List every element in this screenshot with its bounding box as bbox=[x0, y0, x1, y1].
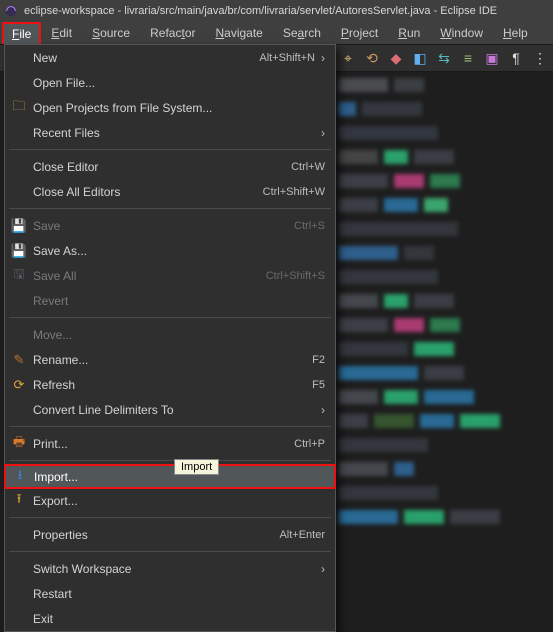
menu-new[interactable]: New Alt+Shift+N › bbox=[5, 45, 335, 70]
menu-project[interactable]: Project bbox=[331, 22, 388, 44]
menu-print[interactable]: 🖶 Print... Ctrl+P bbox=[5, 431, 335, 456]
menu-import[interactable]: ⭳ Import... Import bbox=[4, 464, 336, 489]
toolbar-icon[interactable]: ◧ bbox=[412, 50, 428, 66]
separator bbox=[9, 317, 331, 318]
menu-run[interactable]: Run bbox=[388, 22, 430, 44]
menubar: File Edit Source Refactor Navigate Searc… bbox=[0, 22, 553, 44]
menu-open-projects[interactable]: 🗀 Open Projects from File System... bbox=[5, 95, 335, 120]
file-dropdown: New Alt+Shift+N › Open File... 🗀 Open Pr… bbox=[4, 44, 336, 632]
menu-refresh[interactable]: ⟳ Refresh F5 bbox=[5, 372, 335, 397]
toolbar-icon[interactable]: ⌖ bbox=[340, 50, 356, 66]
menu-help[interactable]: Help bbox=[493, 22, 538, 44]
separator bbox=[9, 551, 331, 552]
menu-convert-line-delimiters[interactable]: Convert Line Delimiters To › bbox=[5, 397, 335, 422]
menu-rename[interactable]: ✎ Rename... F2 bbox=[5, 347, 335, 372]
save-as-icon: 💾 bbox=[5, 243, 33, 259]
menu-move: Move... bbox=[5, 322, 335, 347]
separator bbox=[9, 426, 331, 427]
separator bbox=[9, 149, 331, 150]
refresh-icon: ⟳ bbox=[5, 377, 33, 393]
toolbar-icon[interactable]: ▣ bbox=[484, 50, 500, 66]
eclipse-icon bbox=[4, 4, 18, 18]
menu-refactor[interactable]: Refactor bbox=[140, 22, 205, 44]
menu-close-editor[interactable]: Close Editor Ctrl+W bbox=[5, 154, 335, 179]
menu-properties[interactable]: Properties Alt+Enter bbox=[5, 522, 335, 547]
menu-open-file[interactable]: Open File... bbox=[5, 70, 335, 95]
menu-switch-workspace[interactable]: Switch Workspace › bbox=[5, 556, 335, 581]
save-all-icon: 🖫 bbox=[5, 265, 33, 287]
separator bbox=[9, 460, 331, 461]
menu-save-all: 🖫 Save All Ctrl+Shift+S bbox=[5, 263, 335, 288]
menu-revert: Revert bbox=[5, 288, 335, 313]
import-icon: ⭳ bbox=[6, 466, 34, 488]
editor-background bbox=[338, 72, 553, 561]
menu-exit[interactable]: Exit bbox=[5, 606, 335, 631]
menu-search[interactable]: Search bbox=[273, 22, 331, 44]
print-icon: 🖶 bbox=[5, 433, 33, 455]
menu-navigate[interactable]: Navigate bbox=[205, 22, 272, 44]
toolbar-icon[interactable]: ◆ bbox=[388, 50, 404, 66]
separator bbox=[9, 208, 331, 209]
menu-recent-files[interactable]: Recent Files › bbox=[5, 120, 335, 145]
menu-save: 💾 Save Ctrl+S bbox=[5, 213, 335, 238]
rename-icon: ✎ bbox=[5, 352, 33, 368]
toolbar-icon[interactable]: ⋮ bbox=[532, 50, 548, 66]
menu-edit[interactable]: Edit bbox=[41, 22, 82, 44]
menu-close-all-editors[interactable]: Close All Editors Ctrl+Shift+W bbox=[5, 179, 335, 204]
toolbar-icon[interactable]: ≡ bbox=[460, 50, 476, 66]
export-icon: ⭱ bbox=[5, 490, 33, 512]
toolbar-icon[interactable]: ⟲ bbox=[364, 50, 380, 66]
save-icon: 💾 bbox=[5, 218, 33, 234]
menu-save-as[interactable]: 💾 Save As... bbox=[5, 238, 335, 263]
window-title: eclipse-workspace - livraria/src/main/ja… bbox=[24, 5, 497, 17]
toolbar-icon[interactable]: ⇆ bbox=[436, 50, 452, 66]
menu-file[interactable]: File bbox=[2, 22, 41, 44]
titlebar: eclipse-workspace - livraria/src/main/ja… bbox=[0, 0, 553, 22]
toolbar-icon[interactable]: ¶ bbox=[508, 50, 524, 66]
menu-export[interactable]: ⭱ Export... bbox=[5, 488, 335, 513]
menu-restart[interactable]: Restart bbox=[5, 581, 335, 606]
separator bbox=[9, 517, 331, 518]
menu-window[interactable]: Window bbox=[430, 22, 493, 44]
menu-source[interactable]: Source bbox=[82, 22, 140, 44]
folder-icon: 🗀 bbox=[5, 97, 33, 119]
import-tooltip: Import bbox=[174, 459, 219, 475]
